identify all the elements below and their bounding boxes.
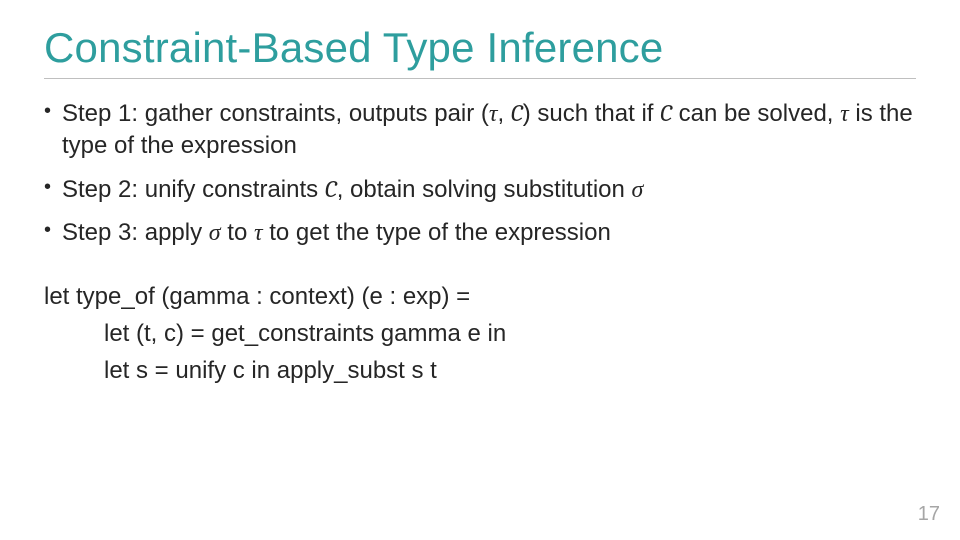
bullet-2-text: Step 2: unify constraints C, obtain solv…: [62, 173, 916, 206]
bullet-dot-icon: •: [44, 173, 62, 206]
tau-symbol: τ: [254, 218, 263, 246]
page-number: 17: [918, 503, 940, 526]
body: • Step 1: gather constraints, outputs pa…: [44, 97, 916, 389]
c-symbol: C: [660, 99, 672, 127]
b2-mid: , obtain solving substitution: [337, 176, 632, 203]
c-symbol: C: [511, 99, 523, 127]
b1-mid1: ,: [498, 100, 511, 127]
tau-symbol: τ: [489, 99, 498, 127]
slide-title: Constraint-Based Type Inference: [44, 26, 916, 70]
code-line-3: let s = unify c in apply_subst s t: [44, 352, 916, 389]
b3-pre: Step 3: apply: [62, 219, 209, 246]
code-line-2: let (t, c) = get_constraints gamma e in: [44, 315, 916, 352]
b1-mid3: can be solved,: [672, 100, 840, 127]
sigma-symbol: σ: [209, 218, 221, 246]
b1-pre: Step 1: gather constraints, outputs pair…: [62, 100, 489, 127]
code-line-1: let type_of (gamma : context) (e : exp) …: [44, 278, 916, 315]
bullet-1-text: Step 1: gather constraints, outputs pair…: [62, 97, 916, 163]
sigma-symbol: σ: [632, 175, 644, 203]
b2-pre: Step 2: unify constraints: [62, 176, 325, 203]
title-rule: [44, 78, 916, 79]
bullet-3-text: Step 3: apply σ to τ to get the type of …: [62, 216, 916, 249]
bullet-1: • Step 1: gather constraints, outputs pa…: [44, 97, 916, 163]
b3-mid: to: [221, 219, 254, 246]
slide: Constraint-Based Type Inference • Step 1…: [0, 0, 960, 540]
code-block: let type_of (gamma : context) (e : exp) …: [44, 278, 916, 390]
bullet-dot-icon: •: [44, 216, 62, 249]
b3-post: to get the type of the expression: [263, 219, 611, 246]
tau-symbol: τ: [840, 99, 849, 127]
bullet-3: • Step 3: apply σ to τ to get the type o…: [44, 216, 916, 249]
bullet-dot-icon: •: [44, 97, 62, 163]
bullet-2: • Step 2: unify constraints C, obtain so…: [44, 173, 916, 206]
c-symbol: C: [325, 175, 337, 203]
b1-mid2: ) such that if: [523, 100, 660, 127]
